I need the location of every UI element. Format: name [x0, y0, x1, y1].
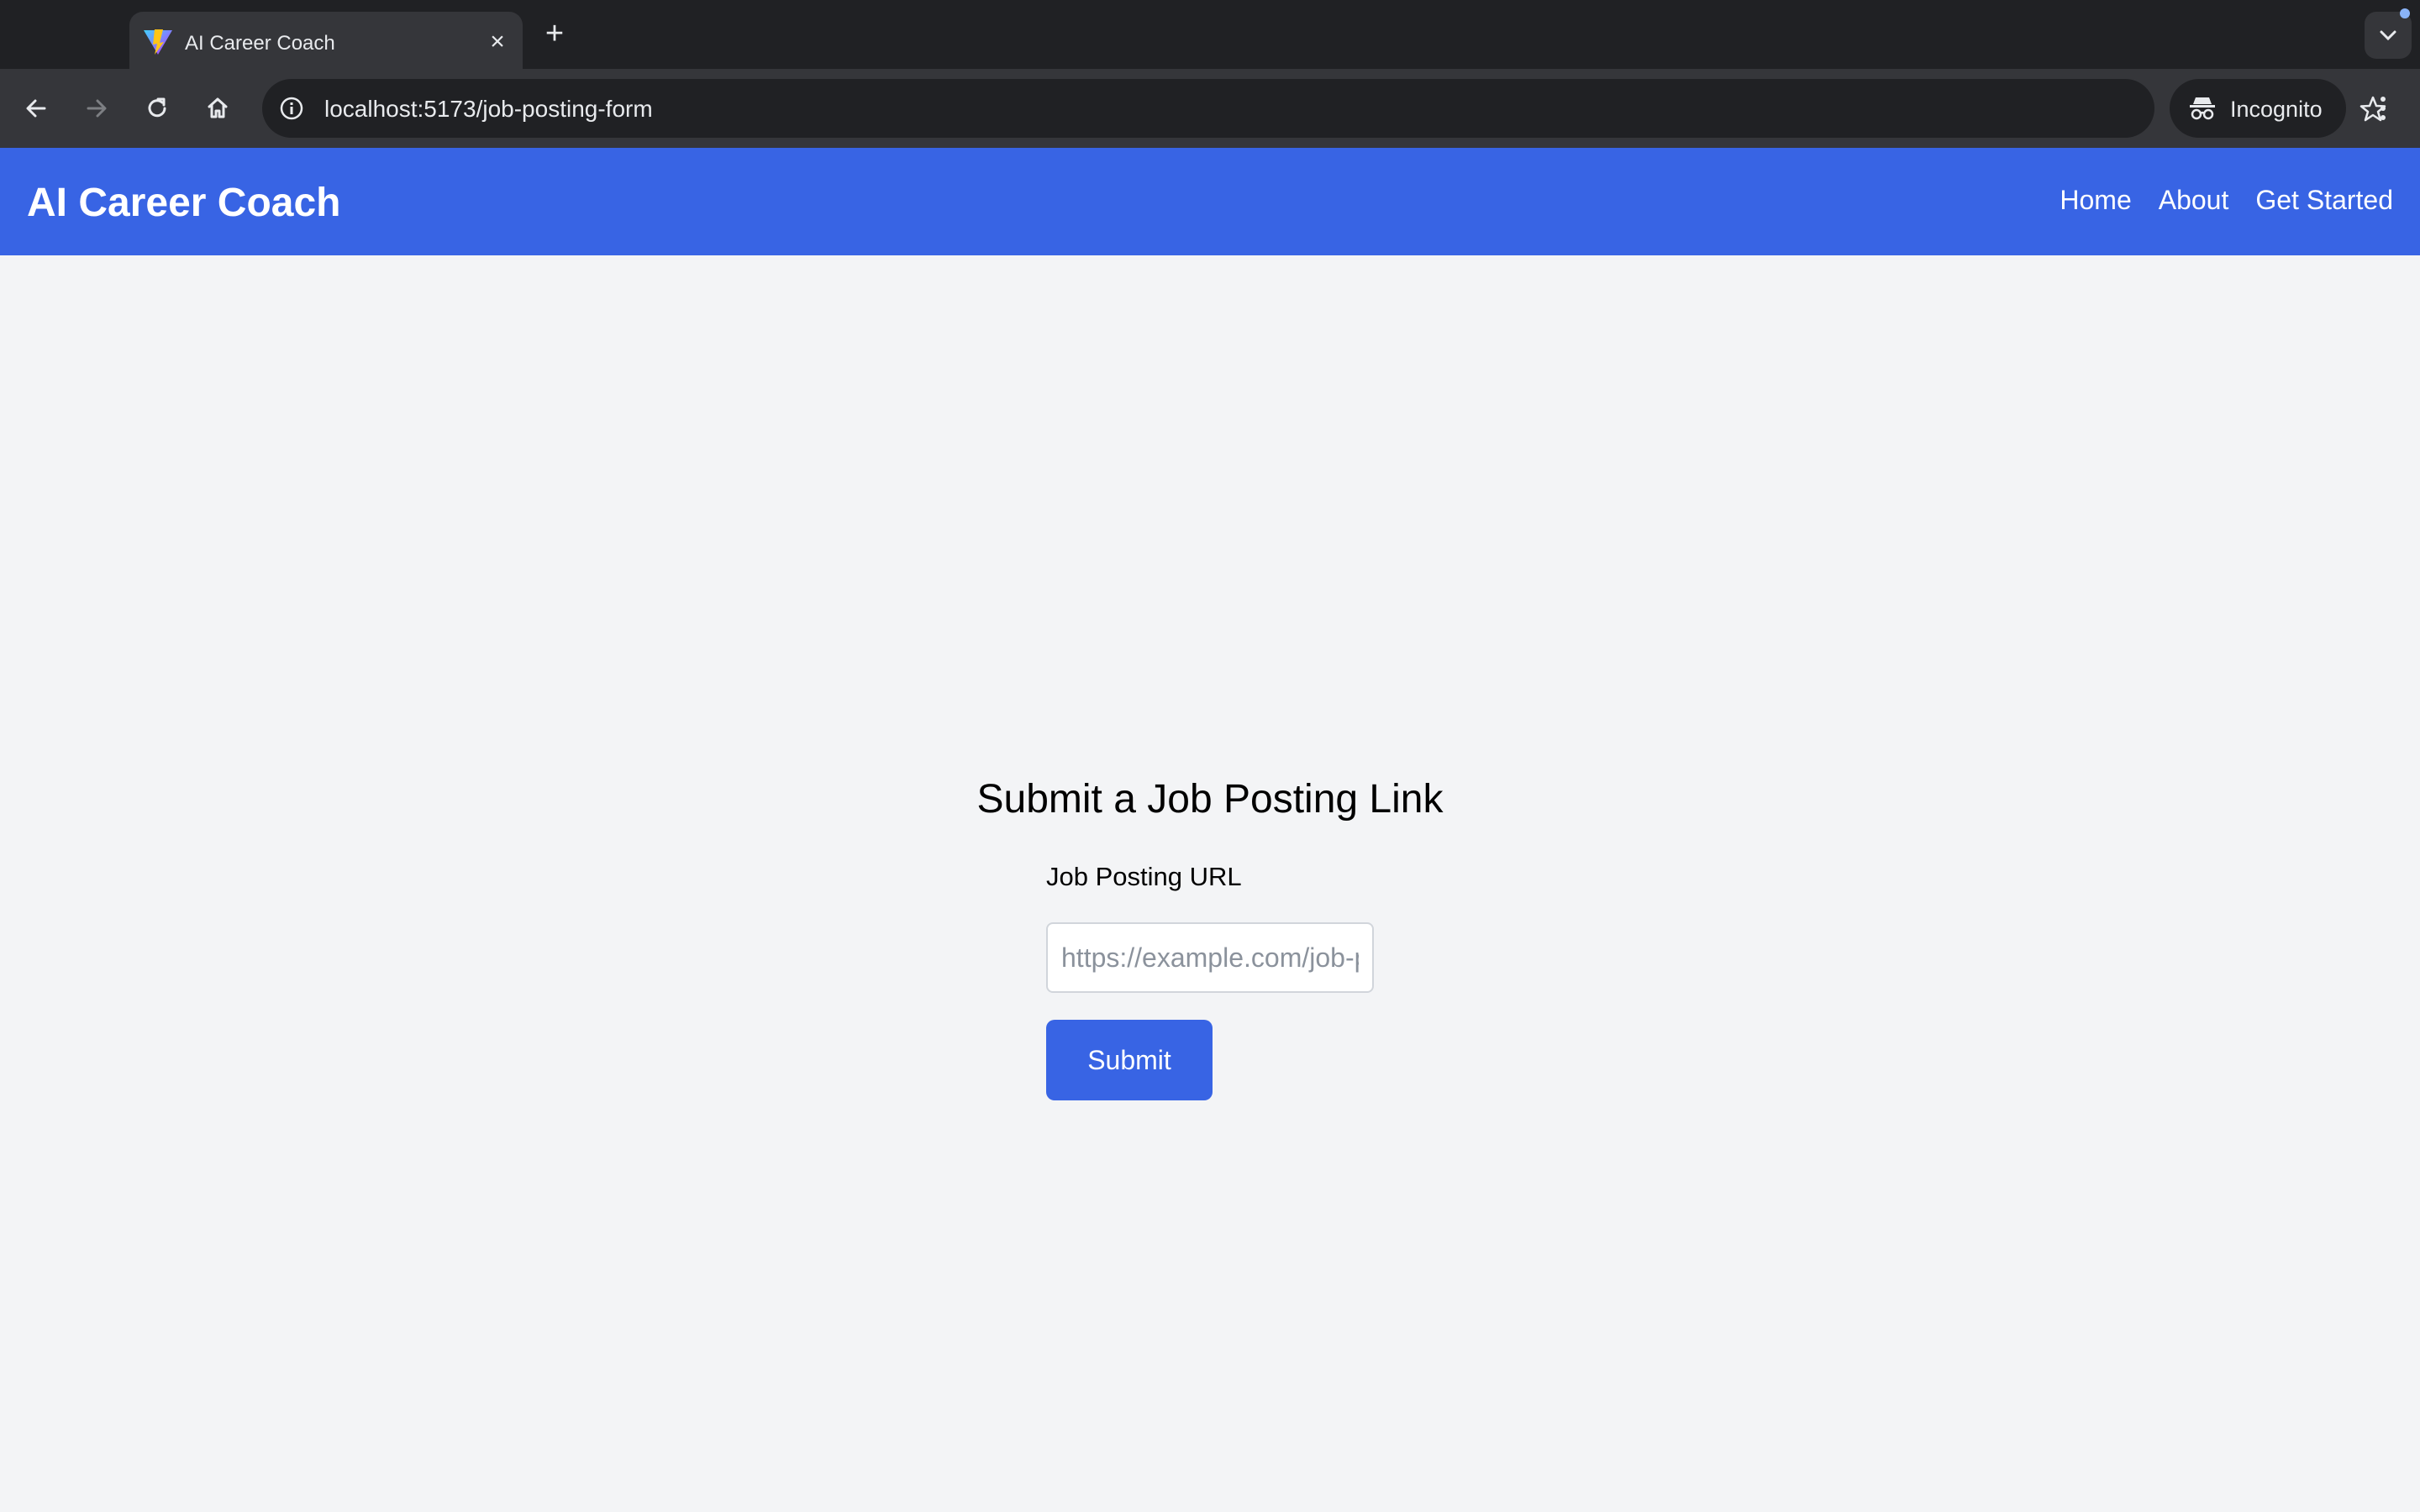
arrow-right-icon[interactable]	[77, 89, 116, 128]
chevron-down-icon[interactable]	[2365, 12, 2412, 59]
job-url-label: Job Posting URL	[1046, 862, 1242, 891]
nav-link-about[interactable]: About	[2159, 185, 2229, 216]
job-url-input[interactable]	[1046, 922, 1374, 993]
nav-link-get-started[interactable]: Get Started	[2255, 185, 2393, 216]
arrow-left-icon[interactable]	[17, 89, 55, 128]
nav-link-home[interactable]: Home	[2060, 185, 2131, 216]
tab-title: AI Career Coach	[185, 32, 335, 55]
submit-button[interactable]: Submit	[1046, 1020, 1213, 1100]
info-icon[interactable]	[274, 91, 309, 126]
brand-logo-text[interactable]: AI Career Coach	[27, 180, 340, 226]
form-heading-wrap: Submit a Job Posting Link	[0, 776, 2420, 822]
url-text[interactable]: localhost:5173/job-posting-form	[324, 96, 653, 123]
vertical-dots-icon[interactable]	[2368, 87, 2398, 129]
browser-tab[interactable]: AI Career Coach ×	[129, 12, 523, 69]
app-navbar: AI Career Coach Home About Get Started	[0, 148, 2420, 255]
browser-toolbar: localhost:5173/job-posting-form Incognit…	[0, 69, 2420, 148]
address-bar[interactable]: localhost:5173/job-posting-form	[262, 79, 2386, 138]
incognito-indicator[interactable]: Incognito	[2170, 79, 2346, 138]
close-icon[interactable]: ×	[482, 27, 513, 57]
incognito-icon	[2188, 96, 2217, 125]
incognito-label: Incognito	[2230, 97, 2323, 122]
page-title: Submit a Job Posting Link	[976, 777, 1444, 822]
plus-icon[interactable]: +	[538, 17, 571, 50]
nav-links: Home About Get Started	[2060, 185, 2393, 216]
browser-tab-strip: AI Career Coach × +	[0, 0, 2420, 69]
vite-logo-icon	[143, 29, 173, 55]
reload-icon[interactable]	[138, 89, 176, 128]
notification-dot	[2400, 8, 2410, 18]
home-icon[interactable]	[198, 89, 237, 128]
